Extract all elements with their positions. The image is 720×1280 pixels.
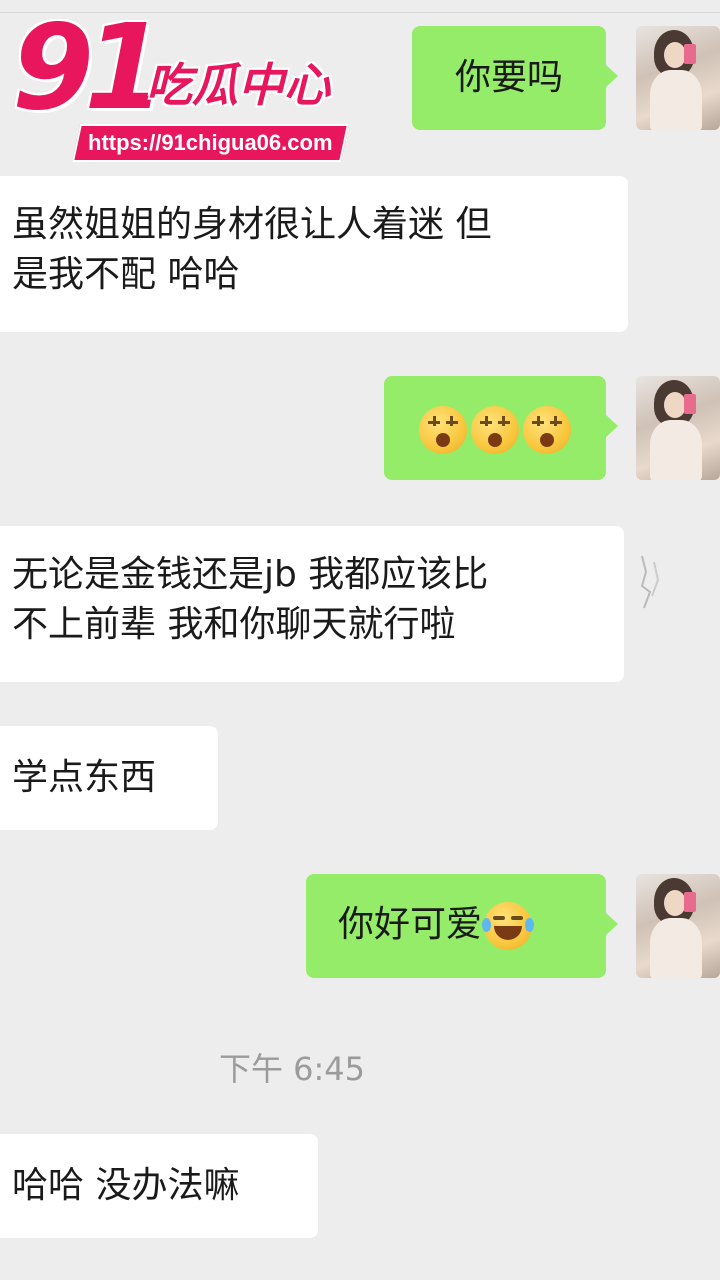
message-text-line: 虽然姐姐的身材很让人着迷 但 <box>12 204 492 245</box>
watermark-logo: 91 吃瓜中心 https://91chigua06.com <box>6 8 356 162</box>
message-text: 你好可爱 <box>338 904 483 945</box>
avatar[interactable] <box>636 26 720 130</box>
watermark-number: 91 <box>12 0 166 136</box>
avatar[interactable] <box>636 874 720 978</box>
message-bubble-received[interactable]: 学点东西 <box>0 726 218 830</box>
watermark-url: https://91chigua06.com <box>88 130 333 155</box>
message-text-line: 是我不配 哈哈 <box>12 254 240 295</box>
message-bubble-sent[interactable] <box>384 376 618 480</box>
avatar[interactable] <box>636 376 720 480</box>
message-bubble-received[interactable]: 虽然姐姐的身材很让人着迷 但 是我不配 哈哈 <box>0 176 628 332</box>
watermark-name: 吃瓜中心 <box>146 58 330 112</box>
message-text-line: 不上前辈 我和你聊天就行啦 <box>12 604 456 645</box>
message-text-line: 无论是金钱还是jb 我都应该比 <box>12 554 489 595</box>
message-bubble-sent[interactable]: 你好可爱 <box>306 874 618 978</box>
message-timestamp: 下午 6:45 <box>218 1050 366 1088</box>
message-text: 你要吗 <box>454 57 563 98</box>
message-bubble-sent[interactable]: 你要吗 <box>412 26 618 130</box>
message-text: 哈哈 没办法嘛 <box>12 1165 240 1206</box>
sleepy-face-icon <box>419 406 467 454</box>
message-bubble-received[interactable]: 哈哈 没办法嘛 <box>0 1134 318 1238</box>
message-text: 学点东西 <box>12 757 157 798</box>
sleepy-face-icon <box>523 406 571 454</box>
partial-avatar-icon <box>640 555 660 609</box>
watermark-url-badge: https://91chigua06.com <box>71 124 349 162</box>
chat-screen: 91 吃瓜中心 https://91chigua06.com 你要吗 虽然姐姐的… <box>0 0 720 1280</box>
message-bubble-received[interactable]: 无论是金钱还是jb 我都应该比 不上前辈 我和你聊天就行啦 <box>0 526 624 682</box>
sleepy-face-icon <box>471 406 519 454</box>
tears-of-joy-icon <box>482 902 535 950</box>
